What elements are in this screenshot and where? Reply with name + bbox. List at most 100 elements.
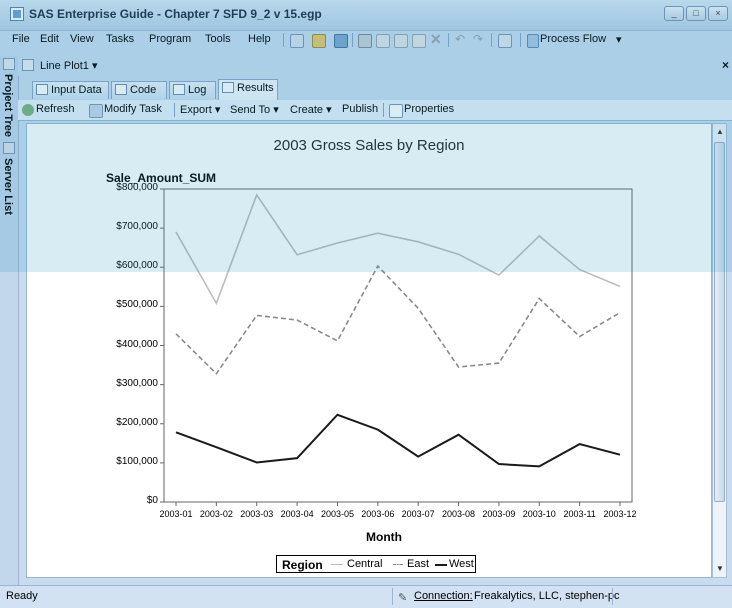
tab-code[interactable]: Code (111, 81, 167, 99)
title-bar: SAS Enterprise Guide - Chapter 7 SFD 9_2… (0, 0, 732, 31)
scroll-thumb[interactable] (714, 142, 725, 502)
toolbar-separator (352, 33, 353, 47)
legend-label-central: Central (347, 558, 382, 570)
y-tick-label: $500,000 (88, 299, 158, 310)
x-tick-label: 2003-05 (315, 509, 359, 519)
create-menu[interactable]: Create ▾ (290, 103, 332, 116)
menu-tools[interactable]: Tools (205, 33, 231, 45)
y-tick-label: $600,000 (88, 260, 158, 271)
tab-results[interactable]: Results (218, 79, 278, 100)
y-tick-label: $200,000 (88, 417, 158, 428)
menu-bar: File Edit View Tasks Program Tools Help … (0, 31, 732, 49)
send-to-menu[interactable]: Send To ▾ (230, 103, 279, 116)
publish-button[interactable]: Publish (342, 103, 378, 115)
close-document-icon[interactable]: × (722, 58, 729, 72)
tab-strip: Input Data Code Log Results (18, 78, 732, 100)
connection-link[interactable]: Connection: (414, 590, 473, 602)
properties-button[interactable]: Properties (404, 103, 454, 115)
y-tick-label: $0 (88, 495, 158, 506)
scroll-up-arrow[interactable]: ▲ (715, 127, 725, 137)
status-separator (612, 588, 613, 605)
process-flow-button[interactable]: Process Flow (540, 33, 606, 45)
line-plot-icon (22, 59, 34, 71)
open-folder-icon[interactable] (312, 34, 326, 48)
status-separator (392, 588, 393, 605)
status-bar: Ready ✎ Connection: Freakalytics, LLC, s… (0, 585, 732, 608)
x-tick-label: 2003-02 (194, 509, 238, 519)
legend-swatch-central (331, 564, 343, 565)
vertical-scrollbar[interactable]: ▲ ▼ (712, 123, 727, 578)
toolbar-separator (491, 33, 492, 47)
server-list-tab[interactable]: Server List (2, 158, 14, 215)
refresh-button[interactable]: Refresh (36, 103, 75, 115)
x-tick-label: 2003-04 (275, 509, 319, 519)
server-list-icon (3, 142, 15, 154)
y-tick-label: $400,000 (88, 339, 158, 350)
x-tick-label: 2003-06 (356, 509, 400, 519)
menu-edit[interactable]: Edit (40, 33, 59, 45)
maximize-button[interactable]: □ (686, 6, 706, 21)
line-chart: 2003 Gross Sales by Region Sale_Amount_S… (26, 123, 712, 578)
legend-label-west: West (449, 558, 474, 570)
x-tick-label: 2003-01 (154, 509, 198, 519)
cut-icon[interactable] (376, 34, 390, 48)
paste-icon[interactable] (412, 34, 426, 48)
tab-log[interactable]: Log (169, 81, 216, 99)
window-layout-icon[interactable] (498, 34, 512, 48)
series-line-central (176, 195, 620, 303)
connection-icon: ✎ (398, 591, 407, 604)
log-icon (173, 84, 185, 95)
legend-title: Region (282, 558, 323, 572)
toolbar-separator (283, 33, 284, 47)
y-tick-label: $800,000 (88, 182, 158, 193)
legend-label-east: East (407, 558, 429, 570)
project-tree-icon (3, 58, 15, 70)
x-tick-label: 2003-08 (437, 509, 481, 519)
y-tick-label: $700,000 (88, 221, 158, 232)
x-tick-label: 2003-07 (396, 509, 440, 519)
table-icon (36, 84, 48, 95)
results-toolbar: Refresh Modify Task Export ▾ Send To ▾ C… (18, 100, 732, 121)
process-flow-icon (527, 34, 539, 48)
undo-icon[interactable]: ↶ (455, 34, 467, 46)
results-icon (222, 82, 234, 93)
redo-icon[interactable]: ↷ (473, 34, 485, 46)
y-tick-label: $100,000 (88, 456, 158, 467)
minimize-button[interactable]: _ (664, 6, 684, 21)
menu-file[interactable]: File (12, 33, 30, 45)
status-text: Ready (6, 590, 38, 602)
code-icon (115, 84, 127, 95)
toolbar-separator (174, 103, 175, 117)
save-icon[interactable] (334, 34, 348, 48)
menu-view[interactable]: View (70, 33, 94, 45)
properties-icon (389, 104, 403, 118)
left-side-panel: Project Tree Server List (0, 56, 19, 585)
close-button[interactable]: × (708, 6, 728, 21)
modify-task-icon (89, 104, 103, 118)
y-tick-label: $300,000 (88, 378, 158, 389)
tab-input-data[interactable]: Input Data (32, 81, 109, 99)
x-tick-label: 2003-10 (517, 509, 561, 519)
document-title[interactable]: Line Plot1 ▾ (40, 59, 98, 72)
app-icon (10, 7, 24, 21)
menu-help[interactable]: Help (248, 33, 271, 45)
connection-value: Freakalytics, LLC, stephen-pc (474, 590, 620, 602)
chevron-down-icon[interactable]: ▾ (616, 33, 622, 46)
legend-swatch-west (435, 564, 447, 566)
export-menu[interactable]: Export ▾ (180, 103, 220, 116)
menu-tasks[interactable]: Tasks (106, 33, 134, 45)
refresh-icon (22, 104, 34, 116)
print-icon[interactable] (358, 34, 372, 48)
scroll-down-arrow[interactable]: ▼ (715, 564, 725, 574)
series-line-west (176, 415, 620, 467)
delete-icon[interactable]: ✕ (430, 34, 442, 46)
project-tree-tab[interactable]: Project Tree (2, 74, 14, 137)
x-tick-label: 2003-03 (235, 509, 279, 519)
modify-task-button[interactable]: Modify Task (104, 103, 162, 115)
menu-program[interactable]: Program (149, 33, 191, 45)
toolbar-separator (520, 33, 521, 47)
x-tick-label: 2003-11 (558, 509, 602, 519)
window-title: SAS Enterprise Guide - Chapter 7 SFD 9_2… (29, 7, 322, 21)
copy-icon[interactable] (394, 34, 408, 48)
new-icon[interactable] (290, 34, 304, 48)
